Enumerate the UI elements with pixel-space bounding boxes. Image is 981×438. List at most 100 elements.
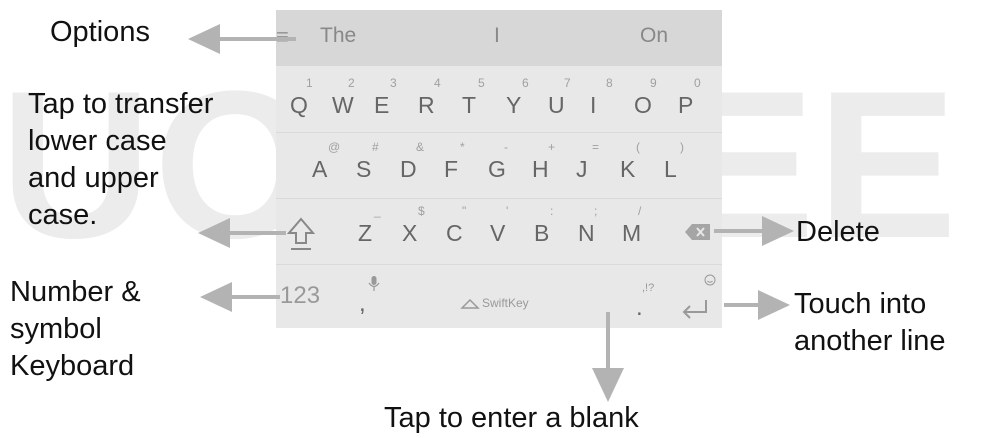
shift-label-line: case. [28, 199, 98, 231]
number-key[interactable]: 123 [280, 282, 320, 310]
key-r[interactable]: 4R [408, 76, 448, 134]
row-divider [276, 264, 722, 265]
microphone-icon [368, 276, 380, 291]
key-u[interactable]: 7U [538, 76, 578, 134]
key-hint: - [504, 140, 508, 154]
enter-label: Touch into another line [794, 286, 946, 360]
shift-label: Tap to transfer lower case and upper cas… [28, 86, 213, 234]
key-label: E [374, 92, 390, 118]
key-hint: 8 [606, 76, 613, 90]
suggestion-bar: ≡ The I On [276, 10, 722, 66]
number-label-line: Number & [10, 276, 141, 308]
suggestion-3[interactable]: On [640, 24, 668, 48]
key-b[interactable]: :B [524, 204, 564, 262]
arrow-number [200, 282, 280, 312]
key-g[interactable]: -G [478, 140, 518, 198]
key-label: G [488, 156, 506, 182]
arrow-enter [724, 290, 790, 320]
key-label: J [576, 156, 588, 182]
shift-key[interactable] [286, 216, 316, 252]
key-t[interactable]: 5T [452, 76, 492, 134]
key-hint: : [550, 204, 554, 218]
comma-key[interactable]: , [346, 272, 380, 322]
keyboard: ≡ The I On 1 Q 2 W 3 E 4 R 5 T 6 Y 7 U 8 I 9 O 0 P @ A # S & D * F -… [276, 10, 722, 328]
key-hint: 6 [522, 76, 529, 90]
key-i[interactable]: 8I [580, 76, 620, 134]
key-hint: 9 [650, 76, 657, 90]
key-label: P [678, 92, 694, 118]
key-hint: 5 [478, 76, 485, 90]
key-hint: 2 [348, 76, 355, 90]
key-label: L [664, 156, 677, 182]
space-brand: SwiftKey [482, 296, 529, 310]
key-d[interactable]: & D [390, 140, 430, 198]
key-c[interactable]: " C [436, 204, 476, 262]
punct-hint: ,!? [642, 282, 655, 294]
key-label: X [402, 220, 418, 246]
key-label: U [548, 92, 565, 118]
suggestion-2[interactable]: I [494, 24, 500, 48]
key-hint: ' [506, 204, 509, 218]
key-hint: / [638, 204, 642, 218]
key-e[interactable]: 3E [364, 76, 404, 134]
key-o[interactable]: 9O [624, 76, 664, 134]
key-hint: & [416, 140, 425, 154]
arrow-space [592, 312, 624, 402]
key-label: R [418, 92, 435, 118]
key-l[interactable]: ) L [654, 140, 694, 198]
key-k[interactable]: (K [610, 140, 650, 198]
key-s[interactable]: # S [346, 140, 386, 198]
key-hint: ) [680, 140, 684, 154]
key-label: F [444, 156, 459, 182]
key-q[interactable]: 1Q [280, 76, 320, 134]
key-hint: _ [374, 204, 381, 218]
delete-label: Delete [796, 216, 880, 248]
delete-key[interactable] [684, 222, 712, 242]
enter-key[interactable] [676, 272, 716, 324]
period-key[interactable]: . [636, 294, 643, 322]
key-v[interactable]: ' V [480, 204, 520, 262]
number-label-line: Keyboard [10, 350, 135, 382]
shift-label-line: lower case [28, 125, 167, 157]
shift-label-line: Tap to transfer [28, 88, 214, 120]
enter-label-line: Touch into [794, 288, 927, 320]
key-label: H [532, 156, 549, 182]
key-label: O [634, 92, 652, 118]
key-label: A [312, 156, 328, 182]
key-z[interactable]: _ Z [348, 204, 388, 262]
arrow-options [188, 24, 296, 54]
number-label: Number & symbol Keyboard [10, 274, 141, 385]
key-x[interactable]: $ X [392, 204, 432, 262]
key-hint: 0 [694, 76, 701, 90]
key-hint: = [592, 140, 600, 154]
key-n[interactable]: ; N [568, 204, 608, 262]
key-w[interactable]: 2W [322, 76, 362, 134]
key-label: V [490, 220, 506, 246]
key-hint: $ [418, 204, 425, 218]
space-bar[interactable]: SwiftKey [460, 294, 570, 316]
key-hint: @ [328, 140, 341, 154]
key-m[interactable]: / M [612, 204, 652, 262]
key-hint: + [548, 140, 556, 154]
key-label: Y [506, 92, 522, 118]
key-label: Z [358, 220, 373, 246]
key-j[interactable]: = J [566, 140, 606, 198]
key-h[interactable]: + H [522, 140, 562, 198]
key-p[interactable]: 0P [668, 76, 708, 134]
key-hint: ; [594, 204, 598, 218]
shift-label-line: and upper [28, 162, 159, 194]
key-hint: ( [636, 140, 640, 154]
key-label: K [620, 156, 636, 182]
options-label: Options [50, 16, 150, 48]
key-label: C [446, 220, 463, 246]
swiftkey-logo-icon [460, 298, 480, 309]
key-hint: 7 [564, 76, 571, 90]
key-label: D [400, 156, 417, 182]
key-y[interactable]: 6Y [496, 76, 536, 134]
key-label: T [462, 92, 477, 118]
shift-icon [286, 217, 316, 250]
key-a[interactable]: @ A [302, 140, 342, 198]
key-f[interactable]: * F [434, 140, 474, 198]
suggestion-1[interactable]: The [320, 24, 356, 48]
key-label: W [332, 92, 354, 118]
